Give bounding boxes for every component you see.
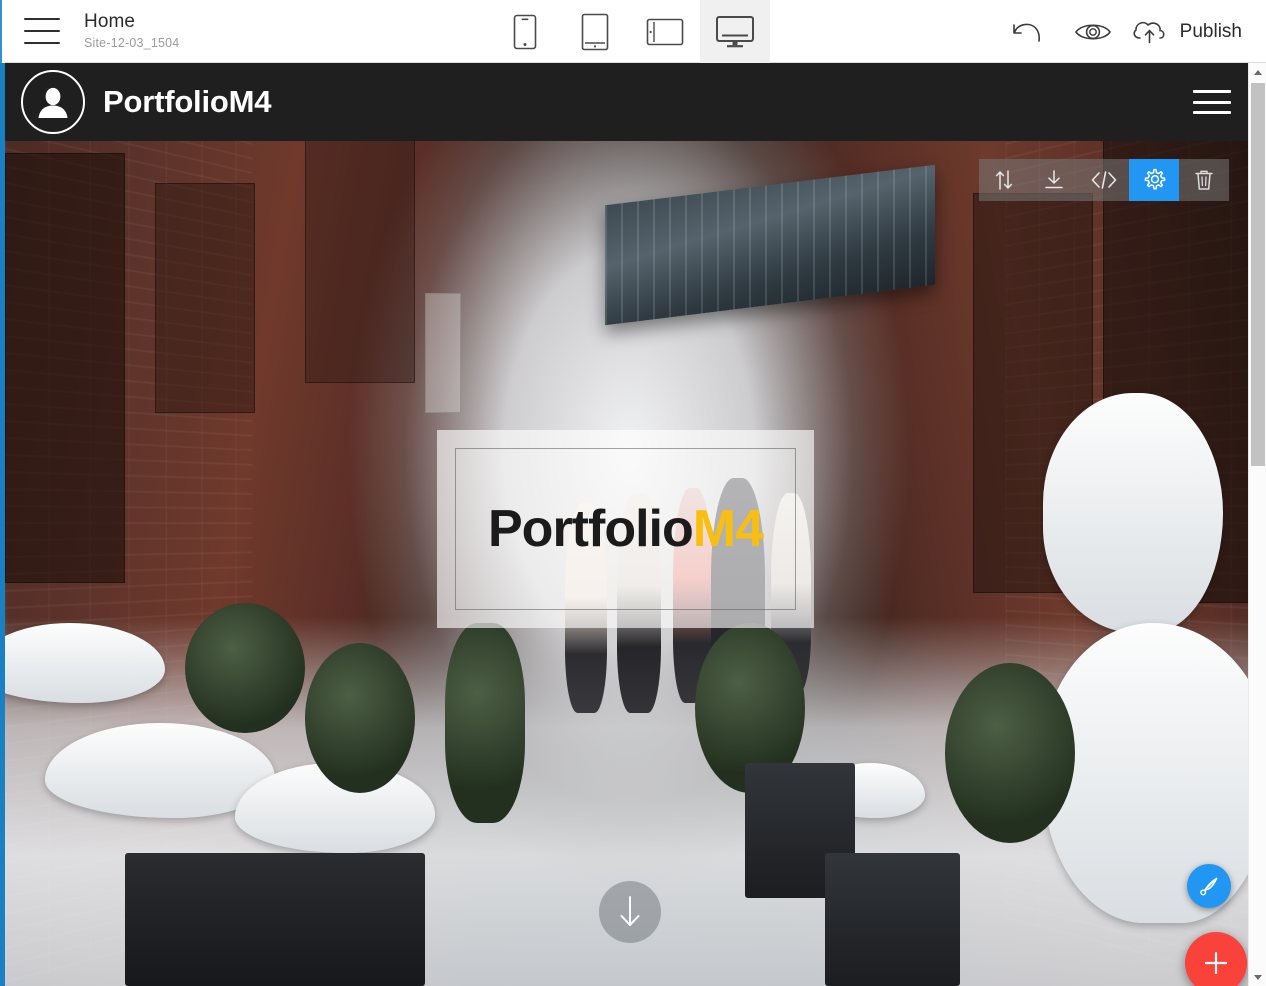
device-button-desktop[interactable] — [700, 0, 770, 63]
window-left-edge — [0, 0, 5, 986]
undo-arrow-icon — [1012, 23, 1040, 42]
site-brand[interactable]: PortfolioM4 — [5, 70, 271, 134]
scrollbar-down-arrow[interactable] — [1249, 968, 1266, 986]
triangle-down-icon — [1254, 974, 1262, 980]
triangle-up-icon — [1254, 69, 1262, 75]
phone-icon — [513, 14, 537, 49]
window-left-edge-top — [0, 0, 5, 63]
cloud-upload-icon — [1133, 21, 1165, 43]
site-preview-canvas[interactable]: PortfolioM4 PortfolioM4 — [5, 63, 1253, 986]
hero-title-accent: M4 — [692, 500, 764, 558]
hero-title[interactable]: PortfolioM4 — [488, 499, 764, 559]
canvas-scrollbar[interactable] — [1248, 63, 1266, 986]
hamburger-menu-icon[interactable] — [24, 18, 60, 44]
scroll-down-button[interactable] — [599, 881, 661, 943]
eye-icon — [1074, 23, 1111, 40]
arrow-down-icon — [620, 896, 640, 926]
shrub — [185, 603, 305, 733]
hero-section[interactable]: PortfolioM4 PortfolioM4 — [5, 63, 1253, 986]
download-icon — [1045, 170, 1063, 189]
device-button-tablet-landscape[interactable] — [630, 0, 700, 63]
editor-toolbar: Home Site-12-03_1504 Publish — [0, 0, 1266, 63]
trash-icon — [1195, 170, 1213, 190]
toolbar-left-group: Home Site-12-03_1504 — [0, 11, 179, 50]
gear-icon — [1144, 168, 1166, 190]
user-avatar-icon — [21, 70, 85, 134]
tablet-portrait-icon — [581, 13, 609, 50]
window-far-left — [425, 293, 461, 413]
add-block-button[interactable] — [1185, 932, 1247, 986]
desktop-monitor-icon — [716, 15, 754, 47]
device-preview-switcher — [490, 0, 770, 63]
page-title: Home — [84, 11, 136, 33]
site-brand-name: PortfolioM4 — [103, 84, 272, 119]
code-brackets-icon — [1091, 171, 1117, 189]
device-button-phone[interactable] — [490, 0, 560, 63]
publish-button[interactable]: Publish — [1126, 17, 1248, 47]
tablet-landscape-icon — [646, 18, 684, 45]
block-settings-button[interactable] — [1129, 159, 1179, 201]
app-root: Home Site-12-03_1504 Publish PortfolioM4… — [0, 0, 1266, 986]
window-left — [155, 183, 255, 413]
scrollbar-thumb[interactable] — [1251, 83, 1265, 466]
project-id: Site-12-03_1504 — [84, 36, 180, 51]
snow-pile — [1043, 393, 1223, 633]
up-down-arrows-icon — [995, 170, 1013, 190]
shrub — [305, 643, 415, 793]
undo-button[interactable] — [994, 0, 1060, 63]
block-download-button[interactable] — [1029, 159, 1079, 201]
style-editor-button[interactable] — [1187, 864, 1231, 908]
project-info[interactable]: Home Site-12-03_1504 — [84, 11, 179, 50]
block-toolbar — [979, 159, 1229, 201]
block-code-button[interactable] — [1079, 159, 1129, 201]
block-move-button[interactable] — [979, 159, 1029, 201]
preview-button[interactable] — [1060, 0, 1126, 63]
hero-text-box[interactable]: PortfolioM4 — [437, 430, 814, 628]
shrub — [445, 623, 525, 823]
plus-icon — [1204, 951, 1228, 975]
paintbrush-icon — [1200, 877, 1218, 896]
block-delete-button[interactable] — [1179, 159, 1229, 201]
site-nav-toggle-icon[interactable] — [1193, 90, 1231, 114]
publish-label: Publish — [1179, 20, 1242, 42]
hero-title-primary: Portfolio — [488, 500, 694, 558]
shrub — [945, 663, 1075, 843]
avatar-person-glyph — [38, 87, 68, 118]
device-button-tablet-portrait[interactable] — [560, 0, 630, 63]
planter-box — [825, 853, 960, 986]
window-left-2 — [305, 123, 415, 383]
planter-box — [125, 853, 425, 986]
toolbar-right-group: Publish — [994, 0, 1248, 63]
scrollbar-up-arrow[interactable] — [1249, 63, 1266, 81]
site-header: PortfolioM4 — [5, 63, 1253, 141]
doorway-left — [5, 153, 125, 583]
